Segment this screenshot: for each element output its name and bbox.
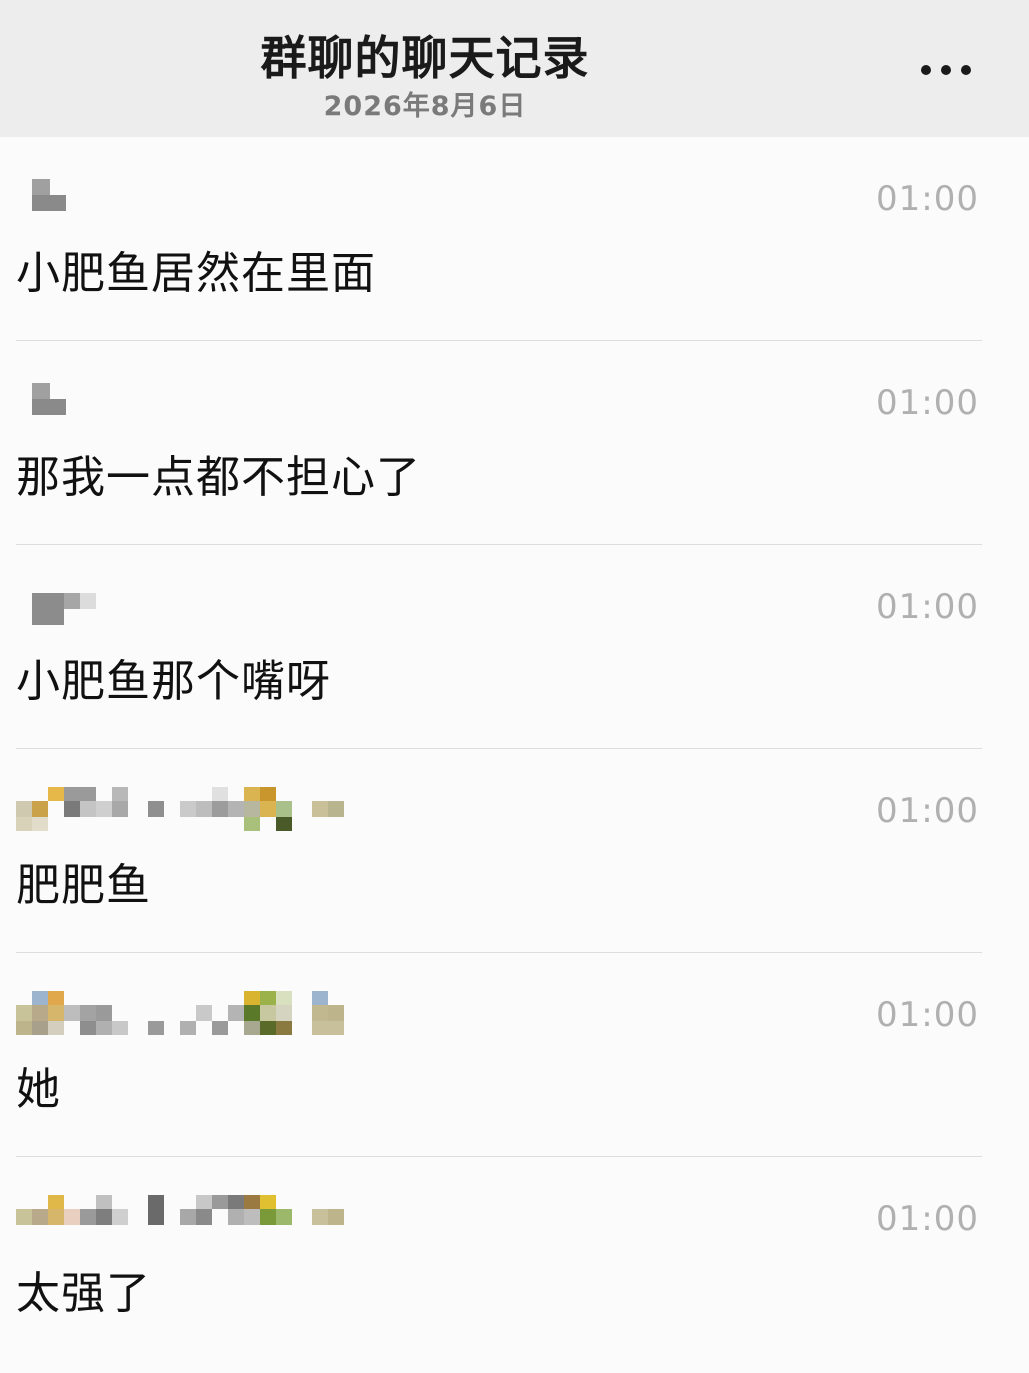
message-item[interactable]: 01:00 她: [0, 953, 1029, 1157]
message-text: 那我一点都不担心了: [16, 452, 421, 503]
sender-name-pixelated: [16, 583, 376, 633]
sender-name-pixelated: [16, 175, 376, 225]
message-item[interactable]: 01:00 肥肥鱼: [0, 749, 1029, 953]
message-list: 01:00 小肥鱼居然在里面 01:00 那我一点都不担心了 01:00 小肥鱼…: [0, 137, 1029, 1361]
more-horizontal-icon: [961, 65, 971, 75]
message-time: 01:00: [876, 179, 979, 219]
pixelated-sender-name: [32, 383, 66, 415]
page-title: 群聊的聊天记录: [260, 31, 590, 85]
message-item[interactable]: 01:00 小肥鱼那个嘴呀: [0, 545, 1029, 749]
sender-name-pixelated: [16, 379, 376, 429]
message-text: 太强了: [16, 1268, 151, 1319]
message-text: 肥肥鱼: [16, 860, 151, 911]
message-item[interactable]: 01:00 小肥鱼居然在里面: [0, 137, 1029, 341]
header: 群聊的聊天记录 2026年8月6日: [0, 0, 1029, 137]
pixelated-sender-name: [16, 991, 344, 1035]
sender-name-pixelated: [16, 1195, 376, 1245]
message-time: 01:00: [876, 791, 979, 831]
message-text: 小肥鱼居然在里面: [16, 248, 376, 299]
message-time: 01:00: [876, 587, 979, 627]
message-text: 小肥鱼那个嘴呀: [16, 656, 331, 707]
pixelated-sender-name: [16, 1195, 344, 1225]
more-horizontal-icon: [921, 65, 931, 75]
message-time: 01:00: [876, 995, 979, 1035]
pixelated-sender-name: [32, 179, 66, 211]
sender-name-pixelated: [16, 787, 376, 837]
message-time: 01:00: [876, 383, 979, 423]
pixelated-sender-name: [16, 787, 344, 831]
message-text: 她: [16, 1064, 61, 1115]
message-item[interactable]: 01:00 太强了: [0, 1157, 1029, 1361]
pixelated-sender-name: [32, 593, 96, 625]
message-time: 01:00: [876, 1199, 979, 1239]
sender-name-pixelated: [16, 991, 376, 1041]
page-subtitle-date: 2026年8月6日: [323, 91, 527, 122]
message-item[interactable]: 01:00 那我一点都不担心了: [0, 341, 1029, 545]
more-options-button[interactable]: [904, 48, 988, 92]
more-horizontal-icon: [941, 65, 951, 75]
